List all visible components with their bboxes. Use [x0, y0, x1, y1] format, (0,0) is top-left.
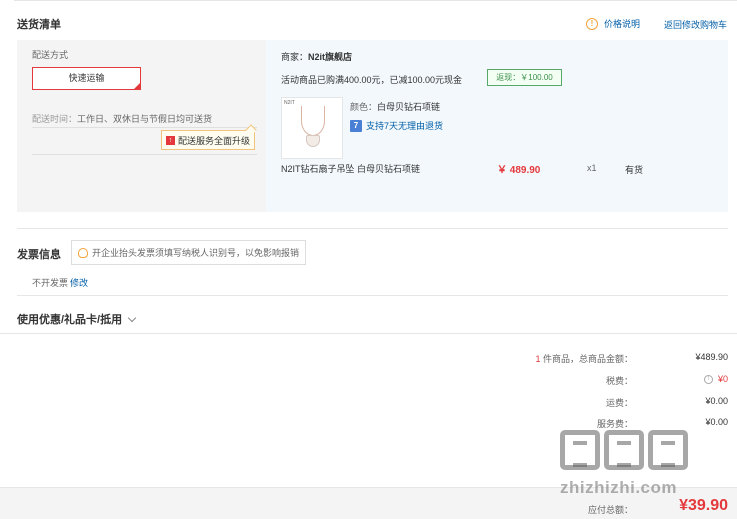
shipping-method-value: 快速运输: [68, 73, 105, 83]
product-price: ￥ 489.90: [497, 165, 541, 176]
price-help-link[interactable]: ! 价格说明: [586, 17, 640, 30]
invoice-edit-link[interactable]: 修改: [70, 278, 88, 288]
necklace-chain-graphic: [301, 106, 325, 136]
tax-label: 税费：: [605, 376, 633, 386]
delivery-time: 配送时间：工作日、双休日与节假日均可送货: [32, 112, 212, 125]
back-to-cart-link[interactable]: 返回修改购物车: [664, 18, 727, 31]
coupon-title: 使用优惠/礼品卡/抵用: [17, 314, 123, 326]
shipping-method-label: 配送方式: [32, 50, 69, 60]
merchant-name: N2it旗舰店: [308, 52, 353, 62]
info-circle-icon: !: [586, 17, 598, 30]
price-help-label: 价格说明: [604, 19, 641, 29]
chevron-down-icon: [127, 313, 137, 322]
section-divider: [17, 295, 728, 296]
shipping-method-option[interactable]: 快速运输: [32, 67, 141, 90]
color-value: 白母贝钻石项链: [377, 102, 441, 112]
summary-service-row: 服务费： ¥0.00: [0, 417, 737, 431]
invoice-title: 发票信息: [17, 249, 61, 261]
tax-value: ¥0: [717, 374, 728, 384]
shipping-divider: [32, 154, 257, 155]
upgrade-icon: ↑: [166, 135, 175, 145]
merchant-info: 商家：N2it旗舰店: [281, 50, 352, 63]
cashback-badge: 返现：￥100.00: [487, 69, 562, 86]
summary-goods-row: 1 件商品，总商品金额： ¥489.90: [0, 352, 737, 366]
item-count-suffix: 件商品，总商品金额：: [540, 354, 633, 364]
goods-total-label: 1 件商品，总商品金额：: [535, 352, 633, 365]
freight-label: 运费：: [605, 398, 633, 408]
watermark-glyph: [648, 430, 688, 470]
lightbulb-icon: [78, 247, 88, 258]
pendant-graphic: [306, 135, 320, 147]
stock-status: 有货: [625, 165, 644, 175]
top-divider: [14, 0, 737, 1]
promotion-text: 活动商品已购满400.00元，已减100.00元现金: [281, 75, 463, 85]
product-name[interactable]: N2IT钻石扇子吊坠 白母贝钻石项链: [281, 162, 420, 175]
selected-corner-icon: [133, 82, 141, 90]
seven-day-return-icon: 7: [350, 119, 362, 132]
summary-tax-row: 税费： ! ¥0: [0, 374, 737, 388]
watermark-text: zhizhizhi.com: [560, 478, 677, 497]
info-circle-icon[interactable]: !: [703, 375, 713, 385]
merchant-label: 商家：: [281, 52, 309, 62]
summary-freight-row: 运费： ¥0.00: [0, 396, 737, 410]
coupon-toggle[interactable]: 使用优惠/礼品卡/抵用: [17, 311, 137, 327]
color-label: 颜色：: [350, 102, 378, 112]
delivery-list-title: 送货清单: [17, 19, 61, 31]
invoice-tip: 开企业抬头发票须填写纳税人识别号，以免影响报销: [71, 240, 307, 265]
watermark-logo: [560, 430, 735, 470]
freight-value: ¥0.00: [705, 396, 728, 406]
service-upgrade-label: 配送服务全面升级: [178, 135, 251, 146]
delivery-time-value: 工作日、双休日与节假日均可送货: [77, 114, 213, 124]
site-watermark: zhizhizhi.com: [560, 430, 735, 518]
invoice-tip-text: 开企业抬头发票须填写纳税人识别号，以免影响报销: [92, 248, 300, 258]
return-policy-label: 支持7天无理由退货: [366, 121, 444, 131]
return-policy[interactable]: 7 支持7天无理由退货: [350, 119, 443, 132]
invoice-status: 不开发票 修改: [32, 276, 88, 289]
summary-divider: [0, 333, 737, 334]
service-upgrade-tip[interactable]: ↑ 配送服务全面升级: [161, 124, 257, 150]
product-quantity: x1: [587, 163, 597, 173]
watermark-glyph: [560, 430, 600, 470]
tax-value-wrap: ! ¥0: [703, 374, 728, 385]
product-thumbnail[interactable]: N2IT: [281, 97, 343, 159]
invoice-none-text: 不开发票: [32, 278, 69, 288]
delivery-time-label: 配送时间：: [32, 114, 78, 124]
goods-total-value: ¥489.90: [695, 352, 728, 362]
section-divider: [17, 228, 728, 229]
service-fee-value: ¥0.00: [705, 417, 728, 427]
thumbnail-brand: N2IT: [284, 100, 295, 106]
product-color: 颜色：白母贝钻石项链: [350, 100, 440, 113]
watermark-glyph: [604, 430, 644, 470]
shipping-divider: [32, 127, 257, 128]
service-fee-label: 服务费：: [596, 419, 633, 429]
